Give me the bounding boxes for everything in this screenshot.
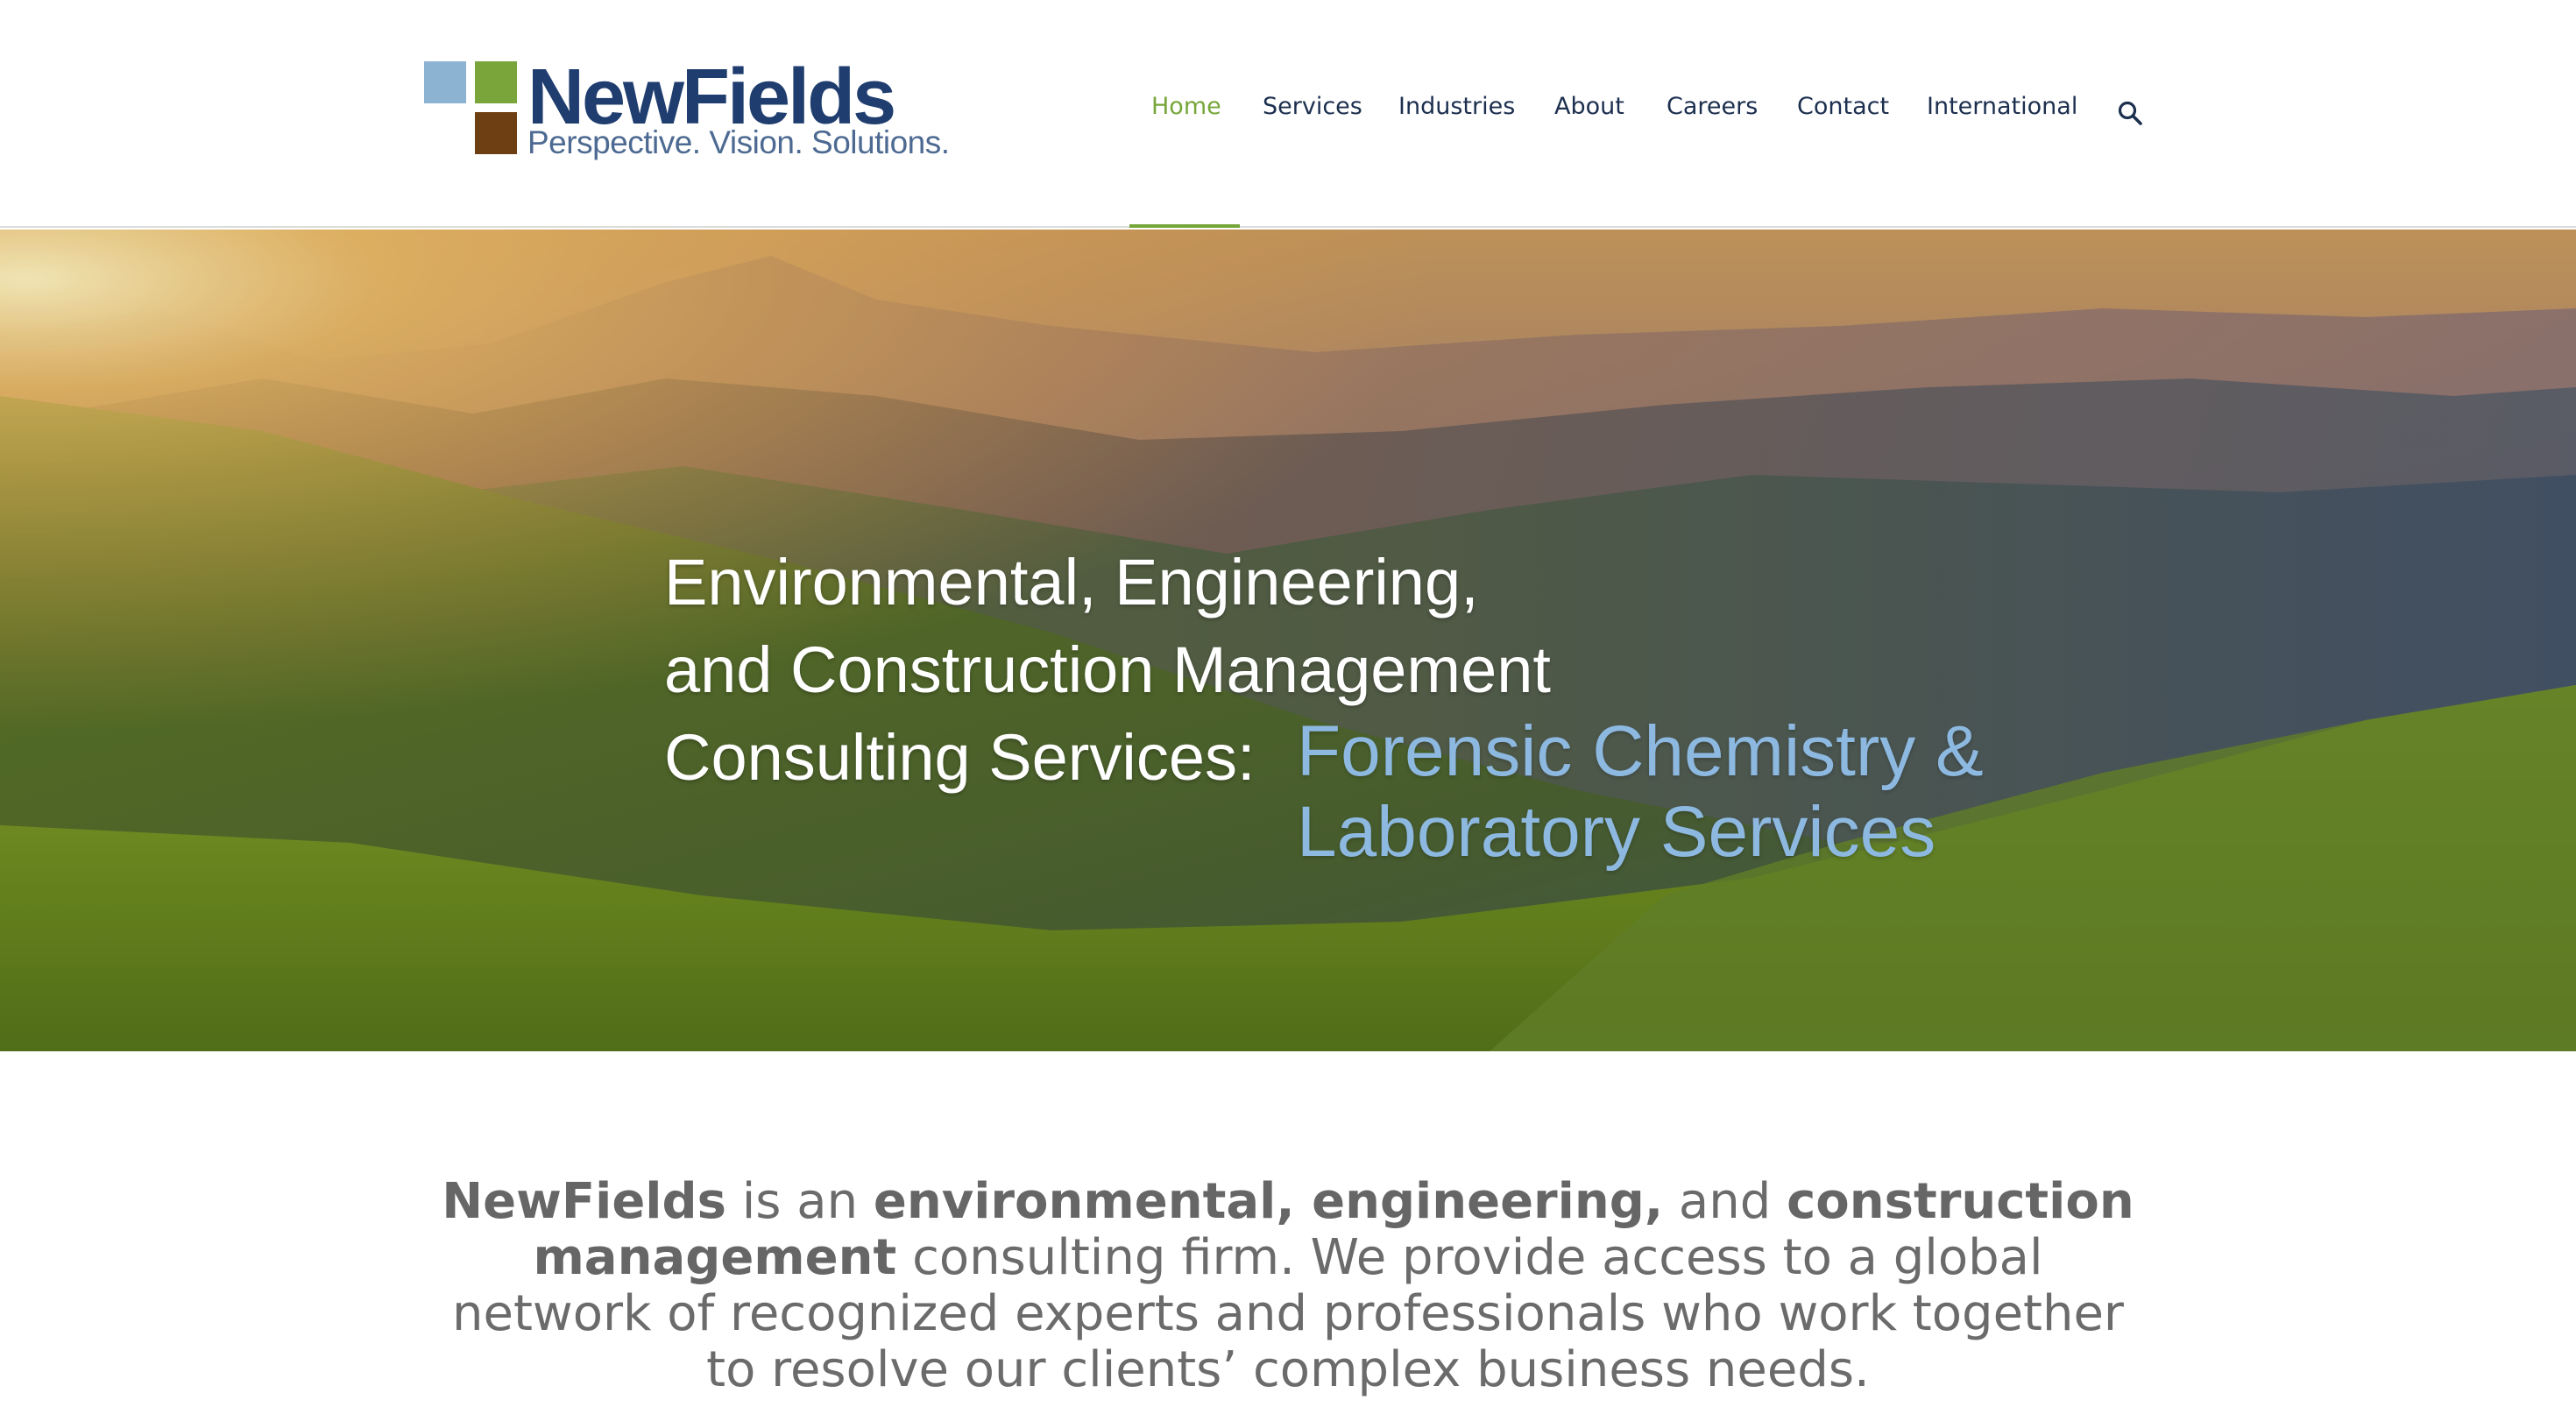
site-header: NewFields Perspective. Vision. Solutions…: [0, 0, 2576, 228]
nav-item-industries[interactable]: Industries: [1398, 93, 1515, 120]
nav-item-home[interactable]: Home: [1151, 93, 1221, 120]
hero-service-line-1: Forensic Chemistry &: [1297, 711, 1984, 791]
hero-heading-line-1: Environmental, Engineering,: [664, 546, 1479, 619]
main-nav: Home Services Industries About Careers C…: [0, 93, 2576, 135]
nav-item-services[interactable]: Services: [1263, 93, 1362, 120]
hero-heading-line-2: and Construction Management: [664, 633, 1551, 706]
intro-text-2: and: [1663, 1173, 1787, 1230]
intro-bold-disciplines: environmental, engineering,: [873, 1173, 1664, 1230]
hero-banner: Environmental, Engineering, and Construc…: [0, 230, 2576, 1051]
nav-item-contact[interactable]: Contact: [1797, 93, 1889, 120]
nav-item-international[interactable]: International: [1927, 93, 2077, 120]
hero-heading-line-3: Consulting Services:: [664, 721, 1256, 794]
search-icon[interactable]: [2117, 100, 2143, 126]
nav-active-indicator: [1129, 224, 1240, 228]
nav-item-about[interactable]: About: [1554, 93, 1624, 120]
intro-company-name: NewFields: [442, 1173, 726, 1230]
nav-item-careers[interactable]: Careers: [1667, 93, 1758, 120]
intro-text-1: is an: [725, 1173, 874, 1230]
hero-service-line-2: Laboratory Services: [1297, 792, 1936, 872]
intro-paragraph: NewFields is an environmental, engineeri…: [438, 1174, 2138, 1398]
